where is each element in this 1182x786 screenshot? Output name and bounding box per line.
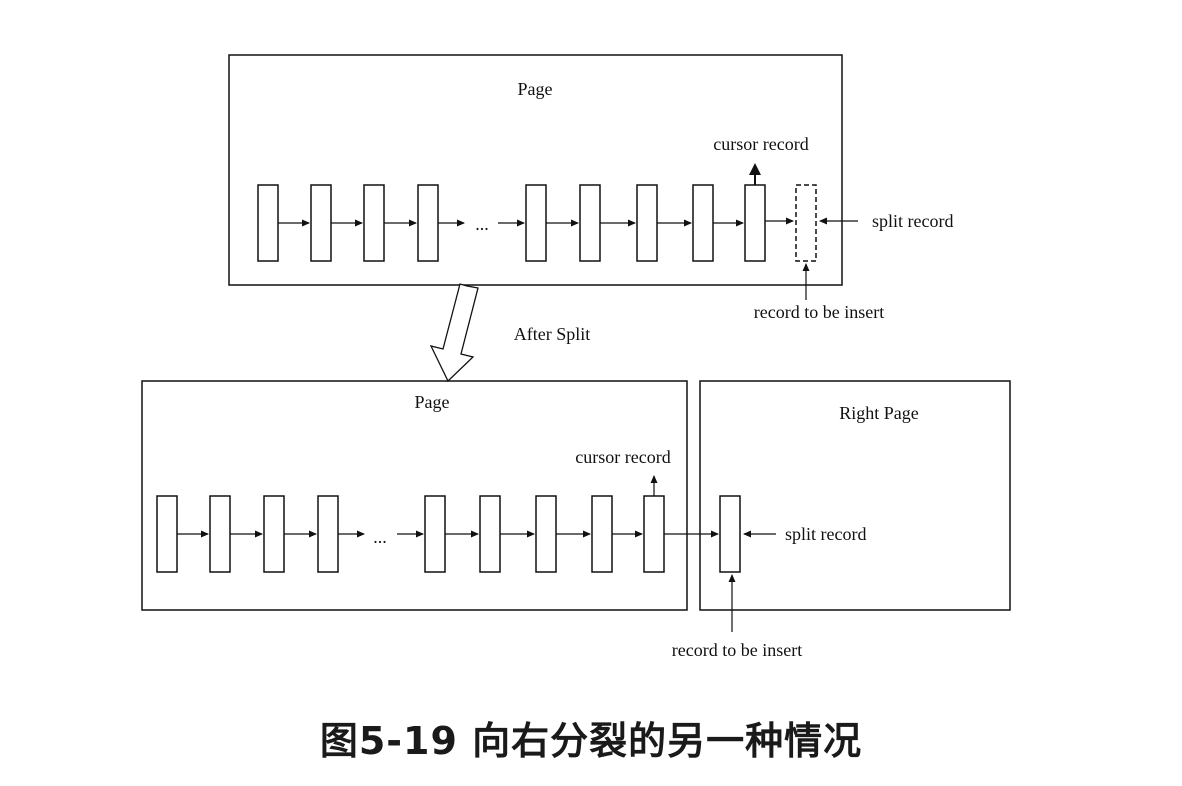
bottom-record-box (643, 495, 665, 573)
bottom-record-box (591, 495, 613, 573)
bottom-cursor-label: cursor record (575, 447, 670, 467)
top-record-box (525, 184, 547, 262)
bottom-record-box (317, 495, 339, 573)
bottom-record-box (479, 495, 501, 573)
top-split-label: split record (872, 211, 953, 231)
top-record-box (363, 184, 385, 262)
top-record-box (692, 184, 714, 262)
after-split-arrow-icon (429, 283, 479, 383)
right-page-title: Right Page (839, 403, 919, 423)
bottom-record-chain (156, 495, 665, 573)
bottom-record-box (263, 495, 285, 573)
top-ellipsis: ... (475, 214, 489, 234)
after-split-label: After Split (514, 324, 591, 344)
bottom-record-box (535, 495, 557, 573)
top-record-box (310, 184, 332, 262)
top-record-chain (257, 184, 794, 262)
bottom-record-box (424, 495, 446, 573)
right-split-record (719, 495, 741, 573)
top-cursor-label: cursor record (713, 134, 808, 154)
right-insert-label: record to be insert (672, 640, 802, 660)
bottom-ellipsis: ... (373, 527, 387, 547)
bottom-page-title: Page (415, 392, 450, 412)
top-record-box (744, 184, 766, 262)
right-split-label: split record (785, 524, 866, 544)
figure-caption: 图5-19 向右分裂的另一种情况 (319, 719, 863, 763)
bottom-record-box (156, 495, 178, 573)
top-record-box (417, 184, 439, 262)
top-insert-label: record to be insert (754, 302, 884, 322)
top-record-box (579, 184, 601, 262)
top-record-box (636, 184, 658, 262)
bottom-record-box (209, 495, 231, 573)
page-split-diagram: Page ... cursor record split record reco… (141, 54, 1011, 660)
top-page-title: Page (518, 79, 553, 99)
top-record-box (257, 184, 279, 262)
top-insert-record (795, 184, 817, 262)
